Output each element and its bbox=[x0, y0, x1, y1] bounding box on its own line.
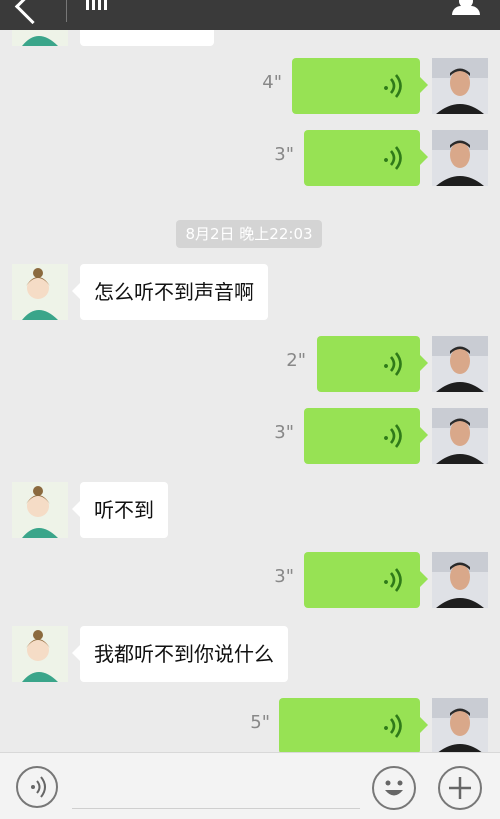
message-row: 3" bbox=[0, 130, 500, 186]
voice-wave-icon bbox=[384, 74, 402, 98]
back-arrow-icon[interactable] bbox=[14, 0, 51, 25]
message-bubble[interactable]: 我都听不到你说什么 bbox=[72, 626, 288, 682]
message-bubble[interactable] bbox=[80, 30, 214, 46]
voice-wave-icon bbox=[384, 146, 402, 170]
avatar[interactable] bbox=[432, 130, 488, 186]
voice-mode-icon[interactable] bbox=[16, 766, 58, 808]
message-list[interactable]: 4" 3" 8月2日 晚上22:03 怎么听不到声音啊 2" 3" 听不到 3"… bbox=[0, 30, 500, 752]
message-bubble[interactable]: 听不到 bbox=[72, 482, 168, 538]
signal-bars-icon bbox=[86, 0, 112, 10]
voice-duration: 3" bbox=[274, 566, 294, 587]
emoji-icon[interactable] bbox=[372, 766, 416, 810]
input-bar bbox=[0, 752, 500, 819]
voice-duration: 3" bbox=[274, 422, 294, 443]
avatar[interactable] bbox=[432, 698, 488, 752]
message-row: 听不到 bbox=[0, 482, 500, 538]
avatar[interactable] bbox=[12, 482, 68, 538]
person-icon[interactable] bbox=[450, 0, 482, 16]
avatar[interactable] bbox=[12, 264, 68, 320]
voice-message-bubble[interactable] bbox=[292, 58, 428, 114]
avatar[interactable] bbox=[432, 58, 488, 114]
message-row: 2" bbox=[0, 336, 500, 392]
voice-message-bubble[interactable] bbox=[279, 698, 428, 752]
message-row: 4" bbox=[0, 58, 500, 114]
voice-duration: 5" bbox=[250, 712, 270, 733]
avatar[interactable] bbox=[12, 626, 68, 682]
voice-wave-icon bbox=[384, 352, 402, 376]
plus-icon[interactable] bbox=[438, 766, 482, 810]
avatar[interactable] bbox=[432, 552, 488, 608]
avatar[interactable] bbox=[12, 30, 68, 46]
header-divider bbox=[66, 0, 67, 22]
avatar[interactable] bbox=[432, 408, 488, 464]
voice-duration: 2" bbox=[286, 350, 306, 371]
message-row: 怎么听不到声音啊 bbox=[0, 264, 500, 320]
message-row: 3" bbox=[0, 408, 500, 464]
voice-message-bubble[interactable] bbox=[317, 336, 428, 392]
voice-message-bubble[interactable] bbox=[304, 408, 428, 464]
voice-duration: 4" bbox=[262, 72, 282, 93]
message-bubble[interactable]: 怎么听不到声音啊 bbox=[72, 264, 268, 320]
voice-duration: 3" bbox=[274, 144, 294, 165]
message-row bbox=[0, 30, 500, 46]
voice-message-bubble[interactable] bbox=[304, 552, 428, 608]
timestamp-label: 8月2日 晚上22:03 bbox=[176, 220, 322, 248]
voice-wave-icon bbox=[384, 568, 402, 592]
avatar[interactable] bbox=[432, 336, 488, 392]
voice-message-bubble[interactable] bbox=[304, 130, 428, 186]
message-row: 3" bbox=[0, 552, 500, 608]
message-row: 5" bbox=[0, 698, 500, 752]
message-row: 我都听不到你说什么 bbox=[0, 626, 500, 682]
chat-header bbox=[0, 0, 500, 30]
voice-wave-icon bbox=[384, 714, 402, 738]
voice-wave-icon bbox=[384, 424, 402, 448]
message-input[interactable] bbox=[72, 808, 360, 809]
